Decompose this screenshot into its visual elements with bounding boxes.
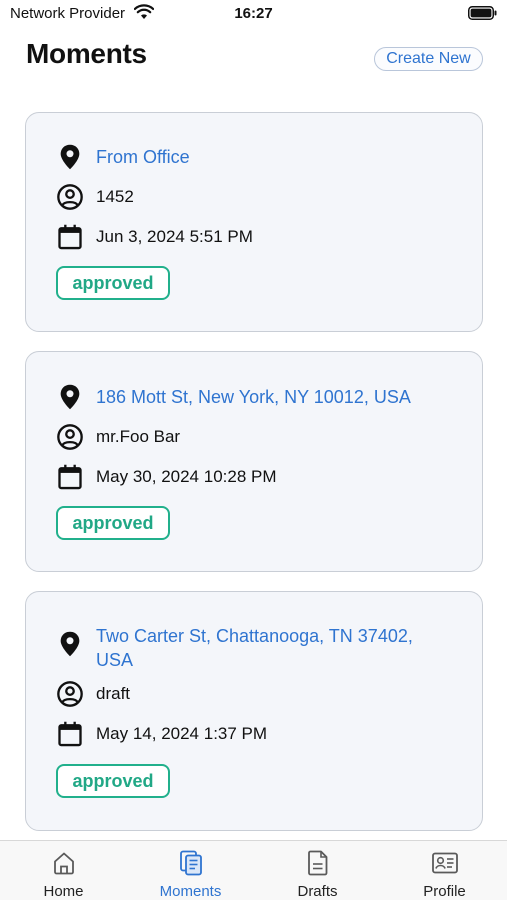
location-pin-icon xyxy=(60,384,80,410)
user-circle-icon xyxy=(57,424,83,450)
drafts-icon xyxy=(307,850,327,876)
date-label: May 30, 2024 10:28 PM xyxy=(96,467,277,486)
tab-profile[interactable]: Profile xyxy=(381,841,507,900)
home-icon xyxy=(53,852,74,875)
tab-home[interactable]: Home xyxy=(0,841,127,900)
calendar-icon xyxy=(58,721,82,747)
moment-card[interactable]: 186 Mott St, New York, NY 10012, USA mr.… xyxy=(25,351,483,572)
calendar-icon xyxy=(58,224,82,250)
date-label: Jun 3, 2024 5:51 PM xyxy=(96,227,253,246)
location-pin-icon xyxy=(60,144,80,170)
status-badge: approved xyxy=(56,266,170,300)
page-title: Moments xyxy=(26,38,147,69)
user-row: draft xyxy=(56,680,130,708)
user-row: mr.Foo Bar xyxy=(56,423,180,451)
location-row: 186 Mott St, New York, NY 10012, USA xyxy=(56,383,436,411)
tab-bar: Home Moments Drafts Profile xyxy=(0,840,507,900)
location-row: Two Carter St, Chattanooga, TN 37402, US… xyxy=(56,622,441,672)
tab-label: Moments xyxy=(159,883,222,900)
location-link[interactable]: 186 Mott St, New York, NY 10012, USA xyxy=(96,383,436,409)
user-label: 1452 xyxy=(96,187,134,206)
user-label: draft xyxy=(96,684,131,703)
clock: 16:27 xyxy=(234,5,273,22)
tab-label: Home xyxy=(43,883,84,900)
user-circle-icon xyxy=(57,681,83,707)
date-row: May 30, 2024 10:28 PM xyxy=(56,463,277,491)
date-row: Jun 3, 2024 5:51 PM xyxy=(56,223,253,251)
status-badge: approved xyxy=(56,764,170,798)
location-pin-icon xyxy=(60,631,80,657)
moment-card[interactable]: Two Carter St, Chattanooga, TN 37402, US… xyxy=(25,591,483,831)
status-bar: Network Provider 16:27 xyxy=(0,0,507,30)
location-link[interactable]: Two Carter St, Chattanooga, TN 37402, US… xyxy=(96,622,441,672)
tab-label: Profile xyxy=(423,883,466,900)
user-row: 1452 xyxy=(56,183,134,211)
tab-moments[interactable]: Moments xyxy=(127,841,254,900)
profile-icon xyxy=(431,852,458,874)
user-label: mr.Foo Bar xyxy=(96,427,181,446)
tab-label: Drafts xyxy=(297,883,338,900)
status-badge: approved xyxy=(56,506,170,540)
location-row: From Office xyxy=(56,143,436,171)
app-screen: Network Provider 16:27 Moments Create Ne… xyxy=(0,0,507,900)
tab-drafts[interactable]: Drafts xyxy=(254,841,381,900)
moments-icon xyxy=(179,850,202,876)
create-new-button[interactable]: Create New xyxy=(374,47,483,71)
date-label: May 14, 2024 1:37 PM xyxy=(96,724,268,743)
battery-icon xyxy=(468,6,497,20)
date-row: May 14, 2024 1:37 PM xyxy=(56,720,267,748)
location-link[interactable]: From Office xyxy=(96,143,436,169)
moment-card[interactable]: From Office 1452 Jun 3, 2024 5:51 PM app… xyxy=(25,112,483,332)
user-circle-icon xyxy=(57,184,83,210)
calendar-icon xyxy=(58,464,82,490)
